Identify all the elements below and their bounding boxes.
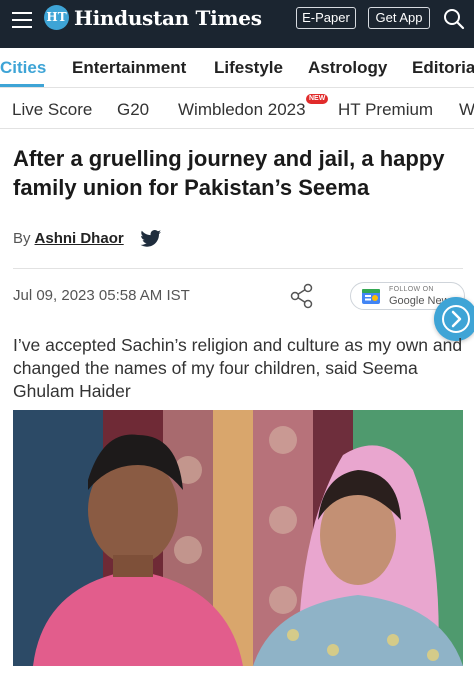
follow-on-label: FOLLOW ON <box>389 286 434 293</box>
trend-item-ht-premium[interactable]: HT Premium <box>338 100 433 120</box>
article-summary: I’ve accepted Sachin’s religion and cult… <box>13 335 463 401</box>
nav-item-astrology[interactable]: Astrology <box>308 58 387 78</box>
top-header: HT Hindustan Times E-Paper Get App <box>0 0 474 48</box>
trending-nav: Live Score G20 Wimbledon 2023 NEW HT Pre… <box>0 89 474 129</box>
share-icon[interactable] <box>288 282 316 310</box>
ht-logo-badge[interactable]: HT <box>44 5 69 30</box>
trend-item-g20[interactable]: G20 <box>117 100 149 120</box>
site-logo[interactable]: Hindustan Times <box>74 4 262 32</box>
sections-nav: Cities Entertainment Lifestyle Astrology… <box>0 48 474 88</box>
article-headline: After a gruelling journey and jail, a ha… <box>13 146 445 200</box>
article-photo <box>13 410 463 666</box>
nav-item-cities[interactable]: Cities <box>0 58 46 78</box>
menu-icon[interactable] <box>12 12 32 28</box>
google-news-icon <box>362 289 380 304</box>
trend-item-live-score[interactable]: Live Score <box>12 100 92 120</box>
get-app-button[interactable]: Get App <box>368 7 430 29</box>
trend-item-more[interactable]: W <box>459 100 474 120</box>
nav-item-entertainment[interactable]: Entertainment <box>72 58 186 78</box>
nav-item-lifestyle[interactable]: Lifestyle <box>214 58 283 78</box>
epaper-button[interactable]: E-Paper <box>296 7 356 29</box>
byline: By Ashni Dhaor <box>13 230 124 247</box>
new-badge: NEW <box>306 94 329 104</box>
nav-item-editorial[interactable]: Editorial <box>412 58 474 78</box>
search-icon[interactable] <box>443 8 465 30</box>
trend-item-wimbledon[interactable]: Wimbledon 2023 <box>178 100 306 120</box>
active-tab-indicator <box>0 84 44 87</box>
twitter-icon[interactable] <box>140 229 162 249</box>
author-link[interactable]: Ashni Dhaor <box>35 230 124 247</box>
divider <box>13 268 463 269</box>
byline-prefix: By <box>13 230 31 247</box>
article-dateline: Jul 09, 2023 05:58 AM IST <box>13 287 190 304</box>
